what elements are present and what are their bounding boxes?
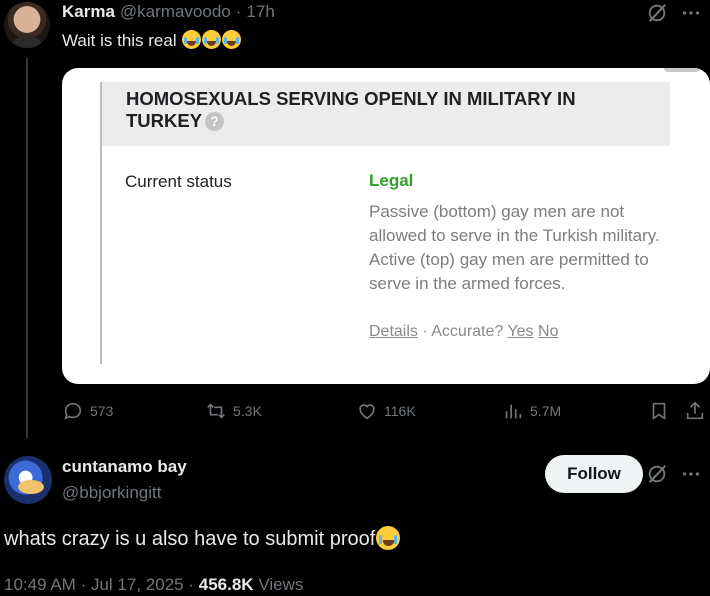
avatar[interactable] bbox=[4, 456, 52, 504]
crying-emoji-icon bbox=[376, 526, 401, 550]
status-description: Passive (bottom) gay men are not allowed… bbox=[369, 202, 660, 293]
crying-emoji-icon bbox=[202, 30, 222, 49]
bookmark-button[interactable] bbox=[648, 400, 670, 422]
tweet-text-content: Wait is this real bbox=[62, 31, 177, 50]
tweet-time[interactable]: 17h bbox=[246, 2, 274, 22]
author-name[interactable]: cuntanamo bay bbox=[62, 457, 187, 477]
yes-link: Yes bbox=[507, 323, 534, 340]
tweet-text-content: whats crazy is u also have to submit pro… bbox=[4, 528, 376, 550]
card-footer-links: Details · Accurate? Yes No bbox=[369, 323, 558, 341]
status-label: Current status bbox=[125, 172, 232, 191]
like-icon bbox=[356, 400, 378, 422]
more-icon[interactable] bbox=[680, 2, 702, 29]
crying-emoji-icon bbox=[222, 30, 242, 49]
grok-icon[interactable] bbox=[646, 463, 668, 490]
details-link: Details bbox=[369, 323, 418, 340]
more-icon[interactable] bbox=[680, 463, 702, 490]
grok-icon[interactable] bbox=[646, 2, 668, 29]
avatar[interactable] bbox=[4, 2, 50, 48]
crying-emoji-icon bbox=[182, 30, 202, 49]
separator-dot: · bbox=[235, 2, 242, 21]
footer-dot: · bbox=[422, 323, 428, 340]
reply-count: 573 bbox=[90, 403, 114, 419]
follow-button[interactable]: Follow bbox=[545, 455, 643, 493]
separator-dot: · bbox=[188, 575, 195, 594]
separator-dot: · bbox=[80, 575, 87, 594]
repost-button[interactable]: 5.3K bbox=[205, 400, 262, 422]
no-link: No bbox=[538, 323, 559, 340]
reply-button[interactable]: 573 bbox=[62, 400, 113, 422]
tweet-top-actions bbox=[646, 463, 702, 490]
views-label: Views bbox=[258, 575, 304, 594]
tweet-top-actions bbox=[646, 2, 702, 29]
tweet-text: Wait is this real bbox=[62, 30, 242, 51]
share-button[interactable] bbox=[684, 400, 706, 422]
author-handle[interactable]: @bbjorkingitt bbox=[62, 483, 161, 503]
views-total: 456.8K bbox=[198, 575, 254, 594]
repost-count: 5.3K bbox=[233, 403, 262, 419]
tweet-media-image[interactable]: HOMOSEXUALS SERVING OPENLY IN MILITARY I… bbox=[62, 68, 710, 384]
tweet-metadata: 10:49 AM · Jul 17, 2025 · 456.8K Views bbox=[4, 575, 303, 595]
tweet-date[interactable]: Jul 17, 2025 bbox=[91, 575, 184, 594]
help-icon: ? bbox=[205, 112, 225, 131]
thread-connector-line bbox=[26, 58, 28, 438]
author-handle[interactable]: @karmavoodo bbox=[120, 2, 231, 22]
tweet-time[interactable]: 10:49 AM bbox=[4, 575, 76, 594]
card-heading: HOMOSEXUALS SERVING OPENLY IN MILITARY I… bbox=[102, 82, 670, 146]
author-name[interactable]: Karma bbox=[62, 2, 115, 22]
accurate-label: Accurate? bbox=[431, 323, 504, 340]
status-value: Legal bbox=[369, 171, 414, 190]
like-button[interactable]: 116K bbox=[356, 400, 416, 422]
tweet-text: whats crazy is u also have to submit pro… bbox=[4, 526, 401, 551]
views-button[interactable]: 5.7M bbox=[502, 400, 561, 422]
share-icon bbox=[684, 400, 706, 422]
card-tab-decoration bbox=[664, 68, 700, 72]
bookmark-icon bbox=[648, 400, 670, 422]
views-count: 5.7M bbox=[530, 403, 562, 419]
like-count: 116K bbox=[384, 403, 416, 419]
repost-icon bbox=[205, 400, 227, 422]
tweet-header: Karma @karmavoodo · 17h bbox=[62, 2, 275, 22]
views-icon bbox=[502, 400, 524, 422]
card-heading-text: HOMOSEXUALS SERVING OPENLY IN MILITARY I… bbox=[126, 88, 576, 131]
reply-icon bbox=[62, 400, 84, 422]
tweet-action-bar: 573 5.3K 116K 5.7M bbox=[62, 400, 710, 424]
